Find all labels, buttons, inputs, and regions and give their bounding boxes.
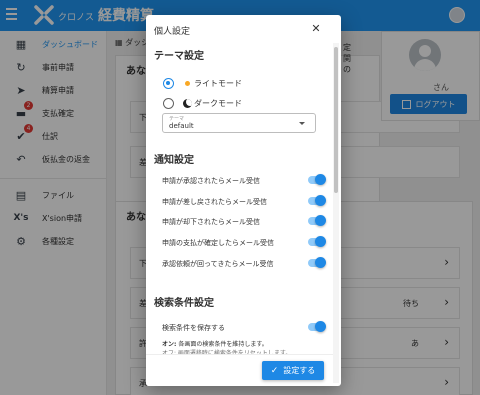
check-icon: ✓ — [270, 365, 279, 376]
save-search-toggle[interactable] — [308, 321, 326, 332]
theme-heading: テーマ設定 — [154, 51, 204, 62]
notify-paid-toggle[interactable] — [308, 236, 326, 247]
close-icon[interactable]: ✕ — [309, 21, 323, 35]
moon-icon — [183, 98, 192, 108]
notify-paid-row: 申請の支払が確定したらメール受信 — [162, 236, 326, 250]
save-search-description-on: オン: 各画面の検索条件を維持します。 — [162, 341, 268, 348]
notify-rejected-toggle[interactable] — [308, 215, 326, 226]
radio-dark-mode[interactable]: ダークモード — [163, 96, 242, 110]
radio-button-selected[interactable] — [163, 77, 174, 89]
save-search-row: 検索条件を保存する — [162, 321, 326, 335]
dialog-footer: ✓ 設定する — [146, 354, 333, 386]
notification-heading: 通知設定 — [154, 155, 194, 166]
notify-returned-row: 申請が差し戻されたらメール受信 — [162, 195, 326, 209]
radio-button[interactable] — [163, 97, 174, 109]
search-heading: 検索条件設定 — [154, 298, 214, 309]
notify-approved-toggle[interactable] — [308, 174, 326, 185]
notify-approved-row: 申請が承認されたらメール受信 — [162, 174, 326, 188]
theme-select[interactable]: テーマ default — [162, 113, 316, 133]
notify-returned-toggle[interactable] — [308, 195, 326, 206]
scrollbar-thumb[interactable] — [334, 47, 338, 193]
notify-rejected-row: 申請が却下されたらメール受信 — [162, 215, 326, 229]
dialog-title: 個人設定 — [154, 27, 191, 37]
apply-settings-button[interactable]: ✓ 設定する — [262, 361, 324, 380]
dialog-scrollbar[interactable] — [333, 43, 339, 383]
settings-dialog: 個人設定 ✕ テーマ設定 ライトモード ダークモード テーマ default 通… — [146, 15, 341, 386]
radio-light-mode[interactable]: ライトモード — [163, 76, 242, 90]
sun-icon — [183, 79, 192, 88]
notify-request-row: 承認依頼が回ってきたらメール受信 — [162, 257, 326, 271]
dropdown-arrow-icon — [299, 122, 305, 125]
notify-request-toggle[interactable] — [308, 257, 326, 268]
